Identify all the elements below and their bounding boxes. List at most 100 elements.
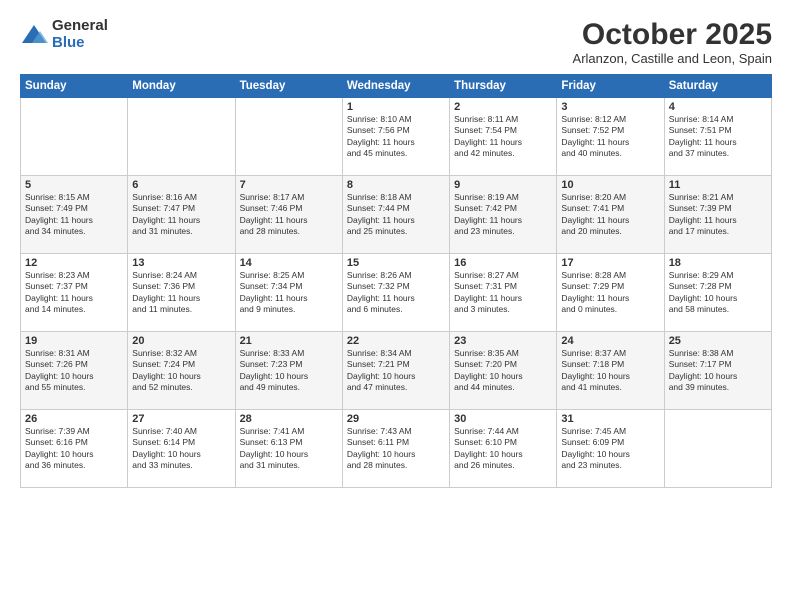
calendar-cell: 14Sunrise: 8:25 AM Sunset: 7:34 PM Dayli… [235,254,342,332]
day-info: Sunrise: 8:34 AM Sunset: 7:21 PM Dayligh… [347,348,445,394]
calendar-cell: 2Sunrise: 8:11 AM Sunset: 7:54 PM Daylig… [450,98,557,176]
day-number: 17 [561,257,659,269]
calendar-cell: 23Sunrise: 8:35 AM Sunset: 7:20 PM Dayli… [450,332,557,410]
day-number: 6 [132,179,230,191]
day-info: Sunrise: 8:38 AM Sunset: 7:17 PM Dayligh… [669,348,767,394]
day-info: Sunrise: 8:14 AM Sunset: 7:51 PM Dayligh… [669,114,767,160]
calendar-cell: 27Sunrise: 7:40 AM Sunset: 6:14 PM Dayli… [128,410,235,488]
calendar-cell: 31Sunrise: 7:45 AM Sunset: 6:09 PM Dayli… [557,410,664,488]
day-info: Sunrise: 8:17 AM Sunset: 7:46 PM Dayligh… [240,192,338,238]
day-number: 24 [561,335,659,347]
calendar-cell: 10Sunrise: 8:20 AM Sunset: 7:41 PM Dayli… [557,176,664,254]
day-number: 18 [669,257,767,269]
day-info: Sunrise: 8:33 AM Sunset: 7:23 PM Dayligh… [240,348,338,394]
day-number: 21 [240,335,338,347]
day-info: Sunrise: 8:32 AM Sunset: 7:24 PM Dayligh… [132,348,230,394]
day-number: 30 [454,413,552,425]
calendar-cell [128,98,235,176]
day-info: Sunrise: 8:16 AM Sunset: 7:47 PM Dayligh… [132,192,230,238]
weekday-header-monday: Monday [128,75,235,98]
day-info: Sunrise: 7:43 AM Sunset: 6:11 PM Dayligh… [347,426,445,472]
day-info: Sunrise: 7:44 AM Sunset: 6:10 PM Dayligh… [454,426,552,472]
weekday-header-friday: Friday [557,75,664,98]
calendar-cell [664,410,771,488]
calendar-cell: 15Sunrise: 8:26 AM Sunset: 7:32 PM Dayli… [342,254,449,332]
weekday-header-thursday: Thursday [450,75,557,98]
day-number: 15 [347,257,445,269]
calendar-cell: 18Sunrise: 8:29 AM Sunset: 7:28 PM Dayli… [664,254,771,332]
calendar-week-row: 1Sunrise: 8:10 AM Sunset: 7:56 PM Daylig… [21,98,772,176]
day-number: 11 [669,179,767,191]
weekday-header-wednesday: Wednesday [342,75,449,98]
day-number: 7 [240,179,338,191]
calendar-week-row: 12Sunrise: 8:23 AM Sunset: 7:37 PM Dayli… [21,254,772,332]
logo-blue: Blue [52,35,108,52]
weekday-header-saturday: Saturday [664,75,771,98]
day-number: 26 [25,413,123,425]
calendar-cell: 16Sunrise: 8:27 AM Sunset: 7:31 PM Dayli… [450,254,557,332]
day-number: 27 [132,413,230,425]
weekday-header-tuesday: Tuesday [235,75,342,98]
calendar-cell: 26Sunrise: 7:39 AM Sunset: 6:16 PM Dayli… [21,410,128,488]
day-number: 14 [240,257,338,269]
calendar-cell: 17Sunrise: 8:28 AM Sunset: 7:29 PM Dayli… [557,254,664,332]
day-number: 1 [347,101,445,113]
calendar-cell: 7Sunrise: 8:17 AM Sunset: 7:46 PM Daylig… [235,176,342,254]
calendar-week-row: 19Sunrise: 8:31 AM Sunset: 7:26 PM Dayli… [21,332,772,410]
calendar-cell: 22Sunrise: 8:34 AM Sunset: 7:21 PM Dayli… [342,332,449,410]
day-info: Sunrise: 8:19 AM Sunset: 7:42 PM Dayligh… [454,192,552,238]
calendar-table: SundayMondayTuesdayWednesdayThursdayFrid… [20,74,772,488]
day-number: 8 [347,179,445,191]
day-info: Sunrise: 8:23 AM Sunset: 7:37 PM Dayligh… [25,270,123,316]
day-info: Sunrise: 8:26 AM Sunset: 7:32 PM Dayligh… [347,270,445,316]
day-info: Sunrise: 8:11 AM Sunset: 7:54 PM Dayligh… [454,114,552,160]
calendar-cell: 19Sunrise: 8:31 AM Sunset: 7:26 PM Dayli… [21,332,128,410]
calendar-cell: 8Sunrise: 8:18 AM Sunset: 7:44 PM Daylig… [342,176,449,254]
weekday-header-sunday: Sunday [21,75,128,98]
day-number: 29 [347,413,445,425]
day-info: Sunrise: 8:37 AM Sunset: 7:18 PM Dayligh… [561,348,659,394]
calendar-cell: 25Sunrise: 8:38 AM Sunset: 7:17 PM Dayli… [664,332,771,410]
calendar-cell: 3Sunrise: 8:12 AM Sunset: 7:52 PM Daylig… [557,98,664,176]
calendar-cell: 12Sunrise: 8:23 AM Sunset: 7:37 PM Dayli… [21,254,128,332]
day-number: 10 [561,179,659,191]
day-info: Sunrise: 8:24 AM Sunset: 7:36 PM Dayligh… [132,270,230,316]
day-number: 12 [25,257,123,269]
day-info: Sunrise: 8:25 AM Sunset: 7:34 PM Dayligh… [240,270,338,316]
logo: General Blue [20,18,108,51]
calendar-cell: 5Sunrise: 8:15 AM Sunset: 7:49 PM Daylig… [21,176,128,254]
day-number: 28 [240,413,338,425]
calendar-week-row: 5Sunrise: 8:15 AM Sunset: 7:49 PM Daylig… [21,176,772,254]
month-title: October 2025 [573,18,772,51]
header: General Blue October 2025 Arlanzon, Cast… [20,18,772,66]
day-info: Sunrise: 8:21 AM Sunset: 7:39 PM Dayligh… [669,192,767,238]
day-number: 5 [25,179,123,191]
calendar-cell: 1Sunrise: 8:10 AM Sunset: 7:56 PM Daylig… [342,98,449,176]
day-info: Sunrise: 8:10 AM Sunset: 7:56 PM Dayligh… [347,114,445,160]
day-info: Sunrise: 8:20 AM Sunset: 7:41 PM Dayligh… [561,192,659,238]
day-info: Sunrise: 7:39 AM Sunset: 6:16 PM Dayligh… [25,426,123,472]
weekday-header-row: SundayMondayTuesdayWednesdayThursdayFrid… [21,75,772,98]
day-number: 25 [669,335,767,347]
day-info: Sunrise: 8:35 AM Sunset: 7:20 PM Dayligh… [454,348,552,394]
location: Arlanzon, Castille and Leon, Spain [573,51,772,66]
calendar-cell [235,98,342,176]
day-info: Sunrise: 8:31 AM Sunset: 7:26 PM Dayligh… [25,348,123,394]
day-number: 23 [454,335,552,347]
day-number: 13 [132,257,230,269]
calendar-cell: 13Sunrise: 8:24 AM Sunset: 7:36 PM Dayli… [128,254,235,332]
calendar-cell: 29Sunrise: 7:43 AM Sunset: 6:11 PM Dayli… [342,410,449,488]
day-number: 19 [25,335,123,347]
day-number: 22 [347,335,445,347]
day-number: 9 [454,179,552,191]
calendar-cell: 24Sunrise: 8:37 AM Sunset: 7:18 PM Dayli… [557,332,664,410]
calendar-cell: 20Sunrise: 8:32 AM Sunset: 7:24 PM Dayli… [128,332,235,410]
calendar-cell: 6Sunrise: 8:16 AM Sunset: 7:47 PM Daylig… [128,176,235,254]
calendar-cell: 21Sunrise: 8:33 AM Sunset: 7:23 PM Dayli… [235,332,342,410]
day-info: Sunrise: 8:12 AM Sunset: 7:52 PM Dayligh… [561,114,659,160]
calendar-cell: 28Sunrise: 7:41 AM Sunset: 6:13 PM Dayli… [235,410,342,488]
day-number: 4 [669,101,767,113]
day-info: Sunrise: 8:29 AM Sunset: 7:28 PM Dayligh… [669,270,767,316]
day-number: 16 [454,257,552,269]
calendar-cell: 9Sunrise: 8:19 AM Sunset: 7:42 PM Daylig… [450,176,557,254]
